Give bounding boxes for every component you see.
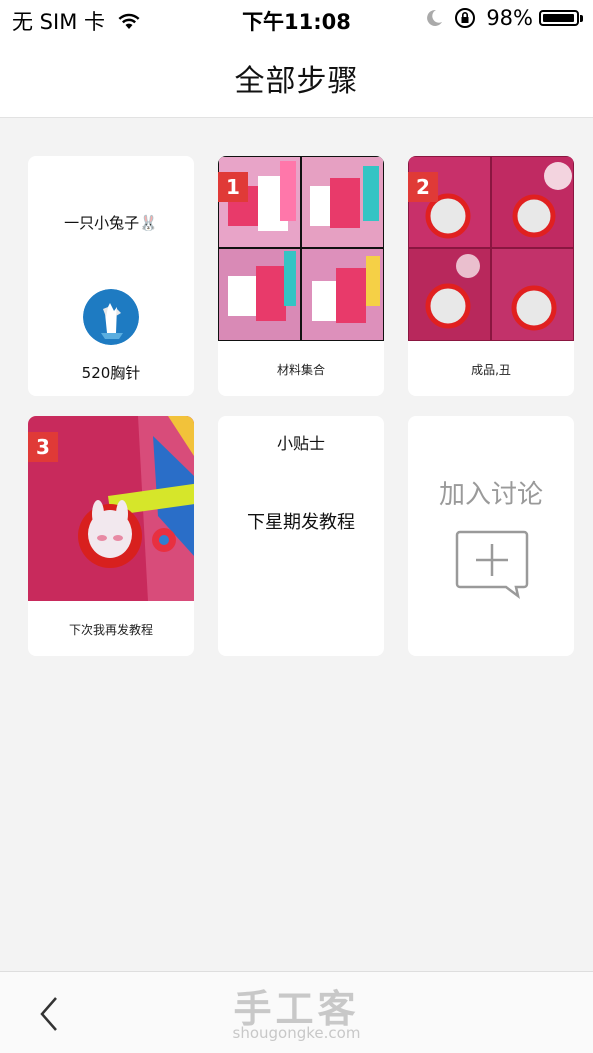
join-discussion-card[interactable]: 加入讨论 (408, 416, 574, 656)
step-card[interactable]: 3 下次我再发教程 (28, 416, 194, 656)
bottom-bar: 手工客 shougongke.com (0, 971, 593, 1053)
brand-url: shougongke.com (232, 1024, 361, 1042)
step-number-badge: 3 (28, 432, 58, 462)
rotation-lock-icon (455, 8, 476, 28)
project-title: 520胸针 (81, 364, 141, 382)
status-bar: 无 SIM 卡 下午11:08 98% (0, 0, 593, 38)
tip-card: 小贴士 下星期发教程 (218, 416, 384, 656)
step-card[interactable]: 2 成品,丑 (408, 156, 574, 396)
step-number-badge: 2 (408, 172, 438, 202)
tip-title: 小贴士 (276, 434, 325, 453)
step-caption: 材料集合 (276, 363, 325, 377)
tip-body: 下星期发教程 (247, 512, 355, 533)
step-caption: 下次我再发教程 (68, 623, 153, 637)
moon-icon (427, 9, 443, 26)
avatar[interactable] (83, 289, 139, 345)
step-number-badge: 1 (218, 172, 248, 202)
battery-icon (539, 10, 583, 26)
battery-percent: 98% (486, 6, 533, 30)
add-comment-icon[interactable] (454, 528, 530, 600)
author-name: 一只小兔子🐰 (64, 214, 158, 232)
cover-card[interactable]: 一只小兔子🐰 520胸针 (28, 156, 194, 396)
step-caption: 成品,丑 (471, 363, 511, 377)
page-title: 全部步骤 (234, 64, 359, 99)
join-discussion-label: 加入讨论 (438, 480, 543, 510)
step-card[interactable]: 1 材料集合 (218, 156, 384, 396)
nav-header: 全部步骤 (0, 38, 593, 118)
